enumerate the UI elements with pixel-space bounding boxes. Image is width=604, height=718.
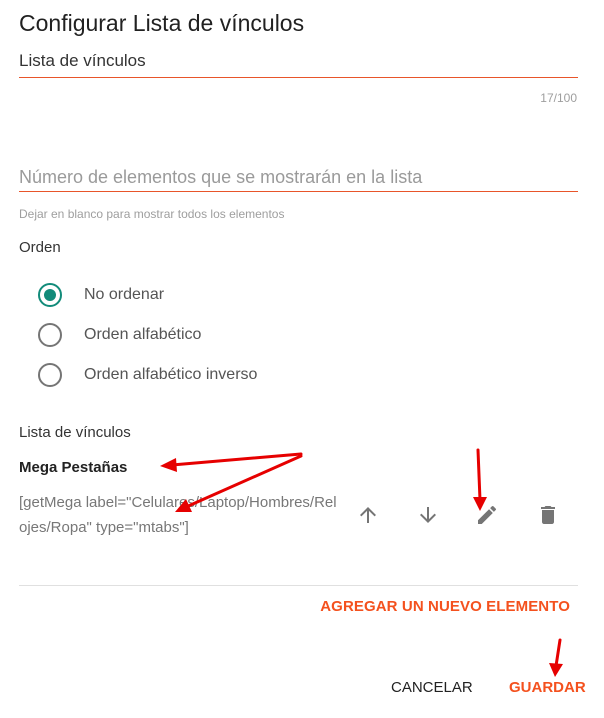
order-option-label: Orden alfabético inverso (84, 366, 258, 383)
annotation-arrowhead (549, 663, 563, 677)
order-option-label: Orden alfabético (84, 326, 202, 343)
char-counter: 17/100 (540, 91, 577, 105)
links-section-label: Lista de vínculos (19, 424, 131, 441)
annotation-arrowhead (160, 458, 177, 472)
move-down-button[interactable] (413, 500, 443, 530)
move-up-button[interactable] (353, 500, 383, 530)
list-title-underline (19, 77, 578, 78)
trash-icon (541, 506, 555, 524)
annotation-arrow-name (170, 452, 303, 467)
annotation-arrow-edit (476, 448, 482, 502)
pencil-icon (478, 505, 497, 524)
radio-unchecked-icon[interactable] (38, 323, 62, 347)
arrow-down-icon (420, 507, 436, 523)
annotation-arrow-save (554, 638, 562, 668)
dialog-title: Configurar Lista de vínculos (19, 10, 305, 36)
list-divider (19, 585, 578, 586)
order-option-alphabetical[interactable]: Orden alfabético (38, 322, 201, 348)
link-item-code: [getMega label="Celulares/Laptop/Hombres… (19, 494, 337, 536)
arrow-up-icon (360, 507, 376, 523)
order-option-label: No ordenar (84, 286, 165, 303)
cancel-button[interactable]: CANCELAR (391, 679, 473, 696)
save-button[interactable]: GUARDAR (509, 679, 586, 696)
item-count-hint: Dejar en blanco para mostrar todos los e… (19, 207, 285, 221)
radio-unchecked-icon[interactable] (38, 363, 62, 387)
delete-button[interactable] (533, 500, 563, 530)
item-count-input[interactable] (19, 164, 578, 192)
radio-checked-icon[interactable] (38, 283, 62, 307)
link-item-name: Mega Pestañas (19, 459, 128, 476)
list-title-value: Lista de vínculos (19, 51, 146, 70)
order-label: Orden (19, 239, 61, 256)
edit-button[interactable] (472, 500, 502, 530)
link-list-config-dialog: Configurar Lista de vínculos Lista de ví… (0, 0, 604, 718)
order-option-reverse-alphabetical[interactable]: Orden alfabético inverso (38, 362, 257, 388)
add-new-item-button[interactable]: AGREGAR UN NUEVO ELEMENTO (320, 598, 570, 615)
list-title-field[interactable]: Lista de vínculos (19, 48, 578, 78)
order-option-none[interactable]: No ordenar (38, 282, 164, 308)
